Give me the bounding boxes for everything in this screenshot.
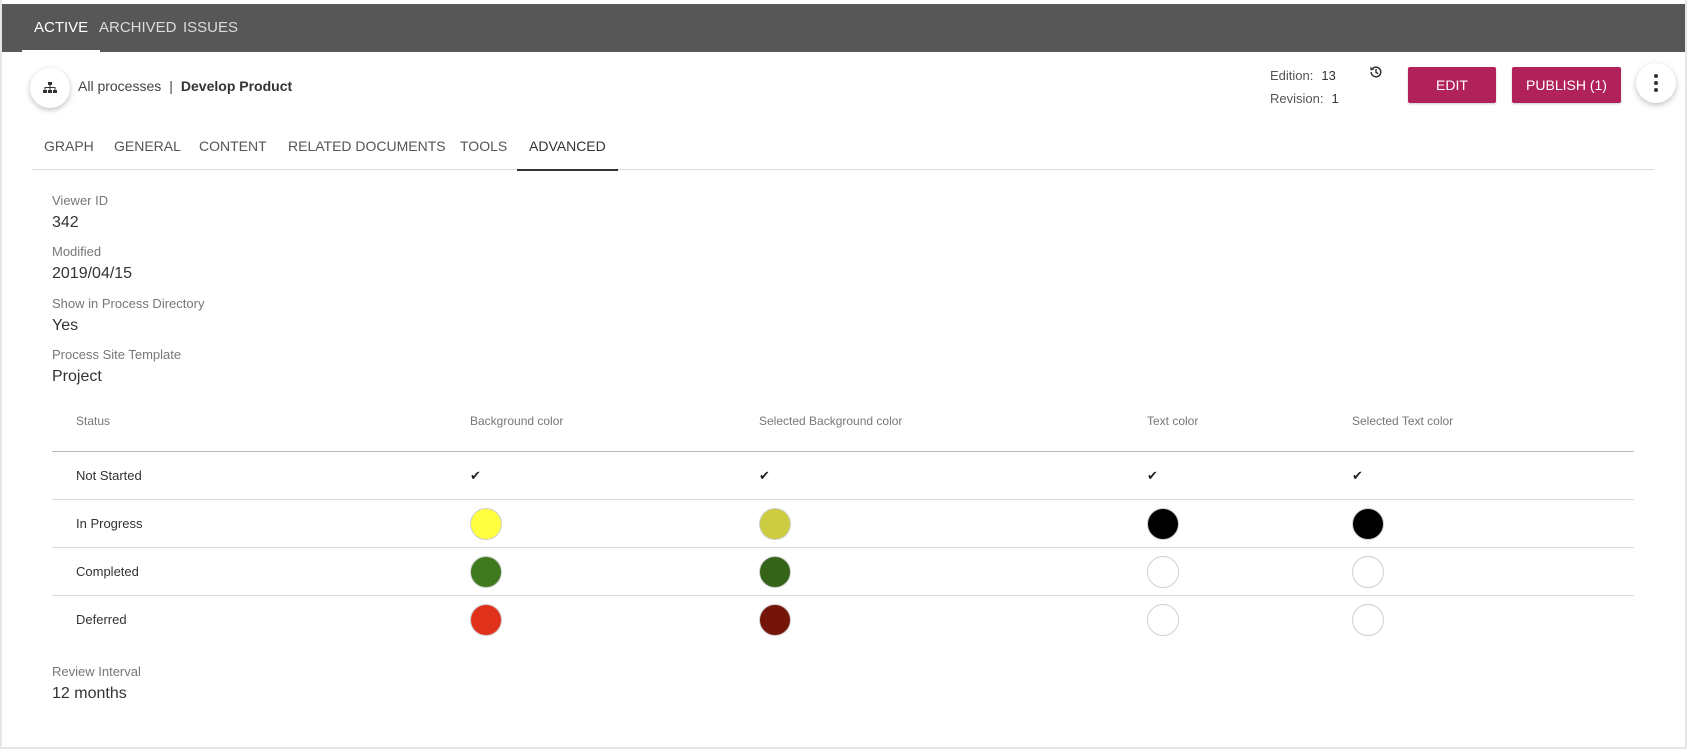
field-value: 12 months (52, 685, 127, 702)
tab-tools[interactable]: TOOLS (448, 128, 519, 170)
field-process-site-template: Process Site Template Project (52, 347, 181, 388)
tab-advanced[interactable]: ADVANCED (517, 128, 618, 171)
field-value: 2019/04/15 (52, 265, 133, 282)
more-vertical-icon (1654, 74, 1658, 92)
background-color-swatch[interactable] (470, 604, 502, 636)
edition-info: Edition: 13 Revision: 1 (1270, 64, 1339, 110)
status-name: Not Started (76, 468, 142, 483)
column-header-selected-text-color: Selected Text color (1352, 414, 1454, 428)
top-tab-bar: ACTIVE ARCHIVED ISSUES (2, 4, 1685, 52)
revision-label: Revision: (1270, 91, 1324, 106)
checkmark-icon[interactable]: ✔ (759, 468, 770, 484)
text-color-cell (1147, 596, 1179, 644)
background-color-cell: ✔ (470, 452, 481, 500)
field-label: Modified (52, 244, 102, 259)
text-color-cell (1147, 548, 1179, 596)
text-color-swatch[interactable] (1147, 556, 1179, 588)
status-color-table: Status Background color Selected Backgro… (52, 404, 1634, 644)
background-color-cell (470, 596, 502, 644)
table-body: Not Started ✔ ✔ ✔ ✔ In Progress Completed Defer… (52, 452, 1634, 644)
edition-value: 13 (1321, 68, 1336, 83)
text-color-swatch[interactable] (1147, 604, 1179, 636)
selected-text-color-swatch[interactable] (1352, 508, 1384, 540)
text-color-swatch[interactable] (1147, 508, 1179, 540)
process-tabs: GRAPH GENERAL CONTENT RELATED DOCUMENTS … (32, 128, 1654, 171)
selected-background-color-swatch[interactable] (759, 556, 791, 588)
selected-background-color-cell (759, 596, 791, 644)
breadcrumb-separator: | (169, 78, 173, 94)
breadcrumb-current: Develop Product (180, 78, 293, 94)
checkmark-icon[interactable]: ✔ (1352, 468, 1363, 484)
tab-content[interactable]: CONTENT (187, 128, 279, 170)
checkmark-icon[interactable]: ✔ (470, 468, 481, 484)
breadcrumb: All processes | Develop Product (78, 78, 292, 94)
table-row: Not Started ✔ ✔ ✔ ✔ (52, 452, 1634, 500)
selected-text-color-cell (1352, 596, 1384, 644)
background-color-swatch[interactable] (470, 556, 502, 588)
background-color-swatch[interactable] (470, 508, 502, 540)
field-value: Yes (52, 317, 79, 334)
edit-button[interactable]: EDIT (1408, 67, 1496, 103)
edition-label: Edition: (1270, 68, 1314, 83)
selected-text-color-swatch[interactable] (1352, 604, 1384, 636)
field-label: Show in Process Directory (52, 296, 205, 311)
column-header-selected-background-color: Selected Background color (759, 414, 903, 428)
selected-background-color-swatch[interactable] (759, 604, 791, 636)
field-label: Process Site Template (52, 347, 182, 362)
selected-background-color-swatch[interactable] (759, 508, 791, 540)
selected-background-color-cell (759, 500, 791, 548)
field-show-in-process-directory: Show in Process Directory Yes (52, 296, 204, 337)
background-color-cell (470, 500, 502, 548)
tab-general[interactable]: GENERAL (102, 128, 193, 170)
column-header-text-color: Text color (1147, 414, 1199, 428)
column-header-status: Status (76, 414, 111, 428)
text-color-cell (1147, 500, 1179, 548)
field-label: Viewer ID (52, 193, 109, 208)
column-header-background-color: Background color (470, 414, 564, 428)
breadcrumb-root-link[interactable]: All processes (78, 78, 161, 94)
hierarchy-icon (43, 82, 57, 93)
process-hierarchy-button[interactable] (30, 68, 70, 108)
field-value: Project (52, 368, 102, 385)
status-name: Deferred (76, 612, 127, 627)
history-icon[interactable] (1368, 64, 1384, 80)
selected-text-color-cell (1352, 548, 1384, 596)
selected-background-color-cell (759, 548, 791, 596)
top-tab-issues[interactable]: ISSUES (171, 4, 250, 52)
tab-related-documents[interactable]: RELATED DOCUMENTS (276, 128, 458, 170)
status-name: Completed (76, 564, 139, 579)
selected-background-color-cell: ✔ (759, 452, 770, 500)
text-color-cell: ✔ (1147, 452, 1158, 500)
selected-text-color-swatch[interactable] (1352, 556, 1384, 588)
field-modified: Modified 2019/04/15 (52, 244, 132, 285)
field-viewer-id: Viewer ID 342 (52, 193, 108, 234)
selected-text-color-cell: ✔ (1352, 452, 1363, 500)
publish-button[interactable]: PUBLISH (1) (1512, 67, 1621, 103)
field-label: Review Interval (52, 664, 141, 679)
table-row: Deferred (52, 596, 1634, 644)
selected-text-color-cell (1352, 500, 1384, 548)
more-options-button[interactable] (1636, 63, 1676, 103)
table-row: Completed (52, 548, 1634, 596)
checkmark-icon[interactable]: ✔ (1147, 468, 1158, 484)
field-value: 342 (52, 214, 79, 231)
tab-graph[interactable]: GRAPH (32, 128, 106, 170)
status-name: In Progress (76, 516, 143, 531)
table-header: Status Background color Selected Backgro… (52, 404, 1634, 452)
background-color-cell (470, 548, 502, 596)
table-row: In Progress (52, 500, 1634, 548)
revision-value: 1 (1331, 91, 1339, 106)
field-review-interval: Review Interval 12 months (52, 664, 141, 705)
